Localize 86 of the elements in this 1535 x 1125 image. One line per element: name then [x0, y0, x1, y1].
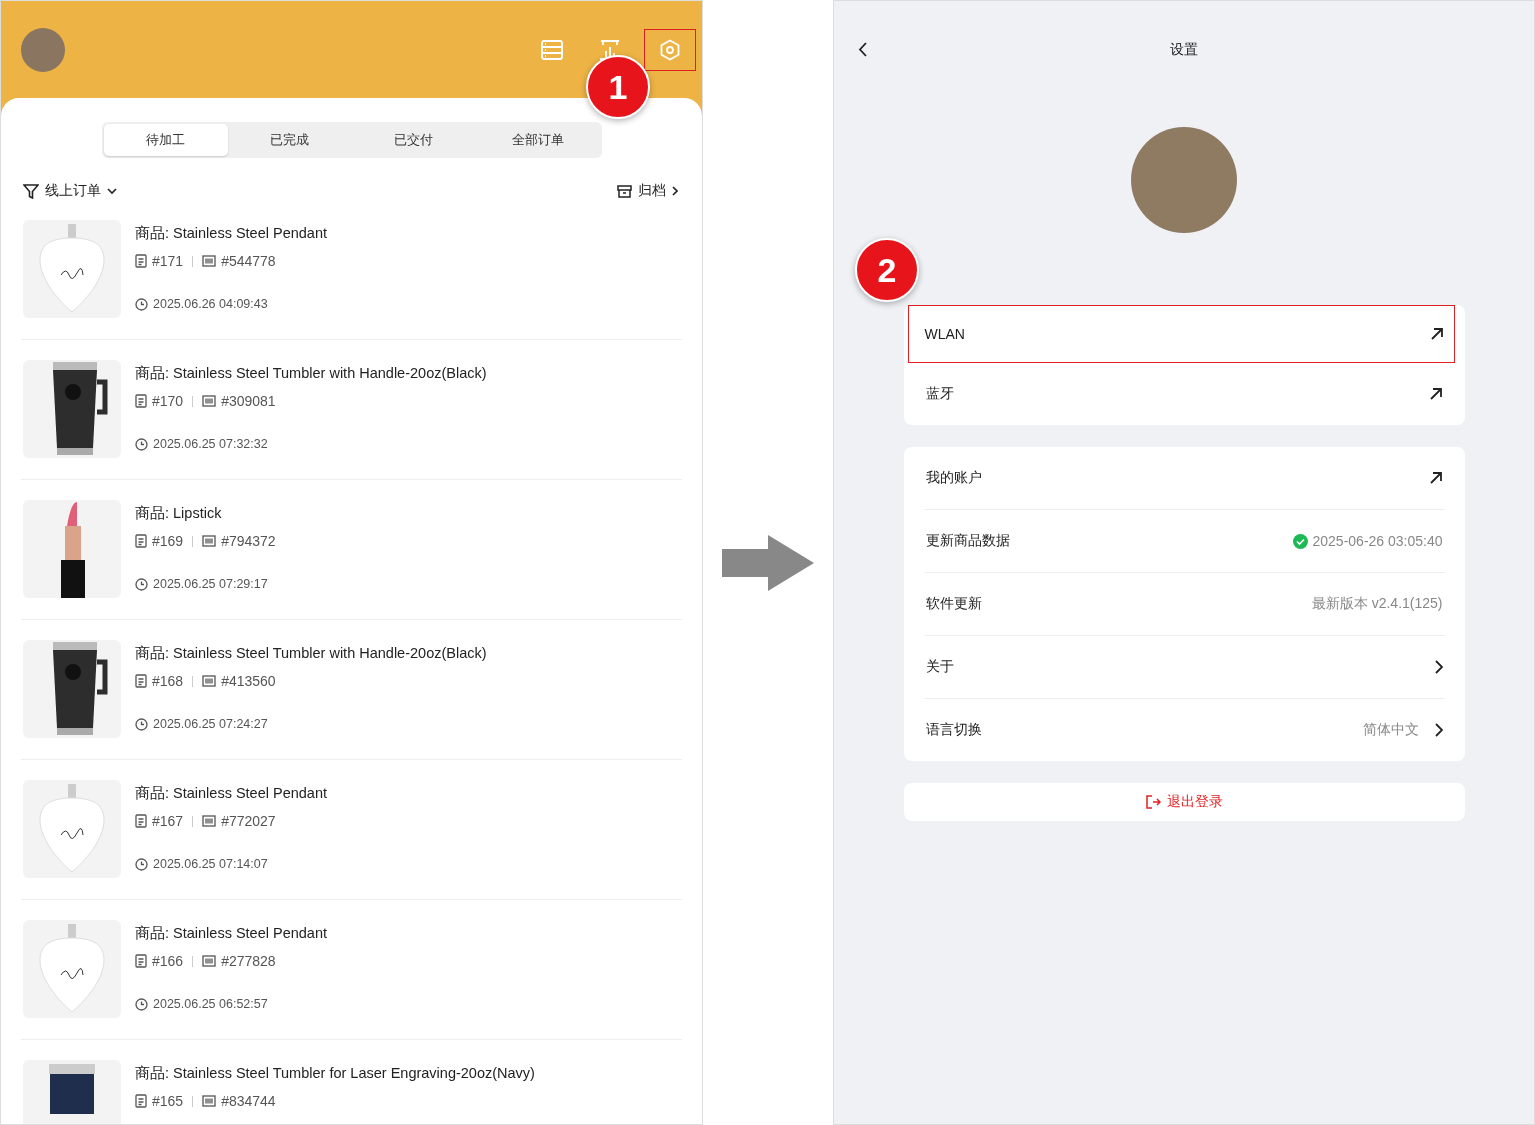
settings-row[interactable]: 关于: [923, 636, 1445, 699]
back-icon[interactable]: [858, 42, 867, 57]
filter-icon: [23, 183, 39, 199]
product-name: 商品: Stainless Steel Pendant: [135, 224, 328, 243]
tab[interactable]: 全部订单: [475, 124, 600, 156]
settings-label: 我的账户: [925, 469, 982, 487]
check-circle-icon: [1292, 533, 1308, 549]
settings-label: 软件更新: [925, 595, 982, 613]
filter-dropdown[interactable]: 线上订单: [45, 182, 101, 200]
barcode-icon: [202, 815, 217, 827]
product-name: 商品: Stainless Steel Tumbler with Handle-20oz(Black): [135, 644, 487, 663]
arrow-up-right-icon: [1428, 471, 1443, 485]
settings-row[interactable]: WLAN: [907, 305, 1455, 363]
product-code: #277828: [221, 953, 276, 969]
order-time: 2025.06.25 07:32:32: [153, 437, 268, 451]
order-number: #165: [152, 1093, 184, 1109]
logout-button[interactable]: 退出登录: [903, 783, 1465, 821]
order-time: 2025.06.25 07:14:07: [153, 857, 268, 871]
arrow-right-icon: [722, 534, 814, 591]
settings-row[interactable]: 语言切换 简体中文: [923, 699, 1445, 761]
order-number: #170: [152, 393, 184, 409]
logout-icon: [1145, 795, 1161, 809]
document-icon: [135, 954, 147, 968]
product-code: #834744: [221, 1093, 276, 1109]
barcode-icon: [202, 955, 217, 967]
product-name: 商品: Stainless Steel Tumbler with Handle-20oz(Black): [135, 364, 487, 383]
clock-icon: [135, 717, 148, 731]
document-icon: [135, 394, 147, 408]
document-icon: [135, 1094, 147, 1108]
settings-label: 更新商品数据: [925, 532, 1010, 550]
clock-icon: [135, 857, 148, 871]
order-number: #167: [152, 813, 184, 829]
arrow-up-right-icon: [1428, 387, 1443, 401]
order-number: #166: [152, 953, 184, 969]
settings-label: 语言切换: [925, 721, 982, 739]
chevron-down-icon: [107, 187, 117, 195]
arrow-up-right-icon: [1429, 327, 1444, 341]
barcode-icon: [202, 535, 217, 547]
order-number: #171: [152, 253, 184, 269]
chevron-right-icon: [672, 186, 678, 196]
order-number: #168: [152, 673, 184, 689]
product-name: 商品: Lipstick: [135, 504, 223, 523]
clock-icon: [135, 437, 148, 451]
product-name: 商品: Stainless Steel Pendant: [135, 924, 328, 943]
product-code: #544778: [221, 253, 276, 269]
document-icon: [135, 254, 147, 268]
archive-icon: [617, 184, 632, 198]
barcode-icon: [202, 675, 217, 687]
settings-label: WLAN: [924, 326, 965, 342]
product-code: #413560: [221, 673, 276, 689]
order-time: 2025.06.25 07:24:27: [153, 717, 268, 731]
tab[interactable]: 已完成: [227, 124, 352, 156]
page-title: 设置: [1170, 41, 1198, 59]
settings-label: 蓝牙: [925, 385, 954, 403]
clock-icon: [135, 577, 148, 591]
settings-label: 关于: [925, 658, 954, 676]
barcode-icon: [202, 395, 217, 407]
order-time: 2025.06.25 06:52:57: [153, 997, 268, 1011]
settings-row[interactable]: 更新商品数据 2025-06-26 03:05:40: [923, 510, 1445, 573]
product-code: #772027: [221, 813, 276, 829]
tab[interactable]: 待加工: [103, 124, 228, 156]
order-time: 2025.06.26 04:09:43: [153, 297, 268, 311]
clock-icon: [135, 997, 148, 1011]
settings-row[interactable]: 蓝牙: [923, 363, 1445, 425]
settings-row[interactable]: 软件更新 最新版本 v2.4.1(125): [923, 573, 1445, 636]
avatar: [21, 27, 65, 72]
settings-value: 最新版本 v2.4.1(125): [1311, 595, 1443, 613]
product-code: #309081: [221, 393, 276, 409]
document-icon: [135, 814, 147, 828]
clock-icon: [135, 297, 148, 311]
barcode-icon: [202, 1095, 217, 1107]
order-time: 2025.06.25 07:29:17: [153, 577, 268, 591]
archive-link[interactable]: 归档: [638, 182, 666, 200]
document-icon: [135, 534, 147, 548]
product-name: 商品: Stainless Steel Pendant: [135, 784, 328, 803]
document-icon: [135, 674, 147, 688]
settings-value: 简体中文: [1362, 721, 1419, 739]
order-number: #169: [152, 533, 184, 549]
barcode-icon: [202, 255, 217, 267]
chevron-right-icon: [1434, 723, 1443, 737]
chevron-right-icon: [1434, 660, 1443, 674]
settings-value: 2025-06-26 03:05:40: [1312, 533, 1443, 549]
tab[interactable]: 已交付: [351, 124, 476, 156]
settings-row[interactable]: 我的账户: [923, 447, 1445, 510]
product-name: 商品: Stainless Steel Tumbler for Laser Engraving-20oz(Navy): [135, 1064, 535, 1083]
product-code: #794372: [221, 533, 276, 549]
